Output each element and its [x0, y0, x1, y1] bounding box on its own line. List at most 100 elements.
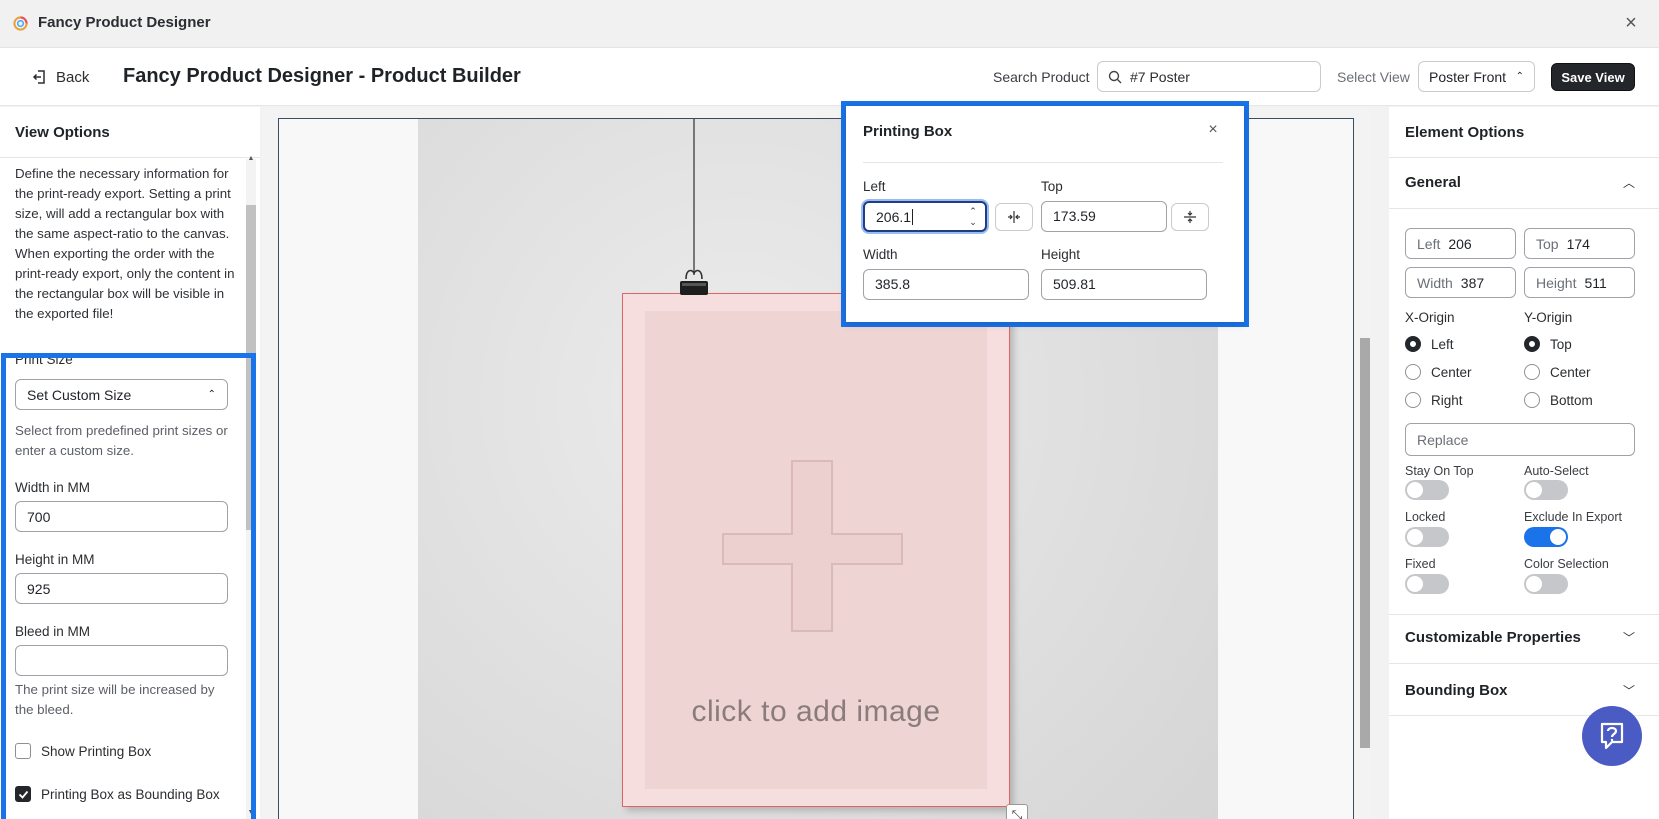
replace-input[interactable]: Replace: [1405, 423, 1635, 456]
printing-box-popup: Printing Box × Left 206.1 ⌃ ⌄ Top 173.59 …: [846, 106, 1244, 322]
center-horizontal-button[interactable]: [995, 203, 1033, 231]
locked-toggle[interactable]: [1405, 527, 1449, 547]
chevron-down-icon[interactable]: ﹀: [1621, 682, 1637, 698]
x-origin-left-radio[interactable]: [1405, 336, 1421, 352]
print-export-description: Define the necessary information for the…: [15, 166, 235, 321]
select-view-value: Poster Front: [1429, 68, 1507, 85]
element-top-label: Top: [1536, 236, 1559, 252]
y-origin-top-row[interactable]: Top: [1524, 336, 1572, 352]
center-horizontal-icon: [1008, 211, 1020, 223]
x-origin-left-label: Left: [1431, 336, 1454, 352]
help-chat-button[interactable]: [1582, 706, 1642, 766]
x-origin-right-row[interactable]: Right: [1405, 392, 1463, 408]
pb-top-input[interactable]: 173.59: [1041, 201, 1167, 232]
select-view-dropdown[interactable]: Poster Front ⌃: [1418, 61, 1535, 92]
y-origin-bottom-radio[interactable]: [1524, 392, 1540, 408]
y-origin-top-radio[interactable]: [1524, 336, 1540, 352]
binder-clip-icon: [680, 269, 708, 295]
page-title: Fancy Product Designer - Product Builder: [123, 65, 521, 87]
chevron-down-icon[interactable]: ﹀: [1621, 629, 1637, 645]
element-width-input[interactable]: Width 387: [1405, 267, 1516, 298]
customizable-properties-label[interactable]: Customizable Properties: [1405, 629, 1581, 646]
y-origin-center-radio[interactable]: [1524, 364, 1540, 380]
fixed-label: Fixed: [1405, 557, 1436, 571]
x-origin-center-radio[interactable]: [1405, 364, 1421, 380]
chevron-up-icon[interactable]: ︿: [1621, 174, 1637, 190]
back-label: Back: [56, 68, 90, 86]
general-section-label[interactable]: General: [1405, 174, 1461, 191]
add-image-plus-icon[interactable]: [722, 460, 912, 643]
text-cursor: [912, 209, 914, 225]
back-button[interactable]: Back: [32, 66, 89, 88]
builder-header: Back Fancy Product Designer - Product Bu…: [0, 48, 1659, 106]
search-input[interactable]: [1128, 67, 1298, 86]
stay-on-top-label: Stay On Top: [1405, 464, 1474, 478]
back-icon: [32, 70, 45, 84]
element-top-value: 174: [1566, 236, 1590, 252]
divider: [1389, 208, 1659, 209]
window-titlebar: Fancy Product Designer ×: [0, 0, 1659, 48]
app-logo-icon: [13, 16, 28, 31]
divider: [0, 157, 260, 158]
exclude-export-label: Exclude In Export: [1524, 510, 1622, 524]
click-to-add-image-text[interactable]: click to add image: [622, 695, 1010, 729]
search-label: Search Product: [993, 69, 1090, 85]
x-origin-left-row[interactable]: Left: [1405, 336, 1454, 352]
x-origin-right-radio[interactable]: [1405, 392, 1421, 408]
divider: [863, 162, 1223, 163]
x-origin-center-label: Center: [1431, 364, 1472, 380]
divider: [1389, 614, 1659, 615]
y-origin-center-label: Center: [1550, 364, 1591, 380]
window-title: Fancy Product Designer: [38, 14, 211, 31]
search-icon: [1108, 70, 1122, 83]
element-height-input[interactable]: Height 511: [1524, 267, 1635, 298]
center-vertical-button[interactable]: [1171, 203, 1209, 231]
color-selection-toggle[interactable]: [1524, 574, 1568, 594]
locked-label: Locked: [1405, 510, 1446, 524]
y-origin-bottom-label: Bottom: [1550, 392, 1593, 408]
view-options-heading: View Options: [15, 124, 110, 141]
pb-width-input[interactable]: 385.8: [863, 269, 1029, 300]
pb-width-label: Width: [863, 247, 898, 262]
x-origin-center-row[interactable]: Center: [1405, 364, 1472, 380]
y-origin-bottom-row[interactable]: Bottom: [1524, 392, 1593, 408]
element-height-label: Height: [1536, 275, 1577, 291]
element-width-value: 387: [1460, 275, 1485, 291]
color-selection-label: Color Selection: [1524, 557, 1609, 571]
updown-chevron-icon: ⌃: [1515, 71, 1524, 82]
print-settings-highlight: [1, 353, 256, 819]
fixed-toggle[interactable]: [1405, 574, 1449, 594]
scroll-up-icon[interactable]: ▲: [246, 155, 256, 162]
save-view-button[interactable]: Save View: [1551, 63, 1635, 91]
hanging-wire: [693, 119, 695, 275]
number-spinner-icon[interactable]: ⌃ ⌄: [966, 206, 980, 228]
pb-height-input[interactable]: 509.81: [1041, 269, 1207, 300]
auto-select-toggle[interactable]: [1524, 480, 1568, 500]
divider: [1389, 157, 1659, 158]
divider: [1389, 663, 1659, 664]
select-view-label: Select View: [1337, 69, 1410, 85]
element-top-input[interactable]: Top 174: [1524, 228, 1635, 259]
pb-left-input[interactable]: 206.1 ⌃ ⌄: [863, 201, 987, 232]
pb-top-label: Top: [1041, 179, 1063, 194]
center-vertical-icon: [1184, 211, 1196, 223]
bounding-box-label[interactable]: Bounding Box: [1405, 682, 1507, 699]
pb-left-label: Left: [863, 179, 886, 194]
printing-box-title: Printing Box: [863, 123, 953, 140]
auto-select-label: Auto-Select: [1524, 464, 1589, 478]
close-icon[interactable]: ×: [1620, 12, 1642, 34]
element-left-label: Left: [1417, 236, 1441, 252]
stay-on-top-toggle[interactable]: [1405, 480, 1449, 500]
exclude-export-toggle[interactable]: [1524, 527, 1568, 547]
resize-icon[interactable]: ⤡: [1006, 804, 1028, 819]
y-origin-center-row[interactable]: Center: [1524, 364, 1591, 380]
y-origin-label: Y-Origin: [1524, 310, 1573, 325]
pb-left-value: 206.1: [876, 209, 912, 225]
element-options-heading: Element Options: [1405, 124, 1525, 141]
element-left-input[interactable]: Left 206: [1405, 228, 1516, 259]
canvas-scrollbar-thumb[interactable]: [1360, 338, 1370, 748]
search-product-field[interactable]: [1097, 61, 1321, 92]
pb-height-label: Height: [1041, 247, 1081, 262]
close-icon[interactable]: ×: [1203, 120, 1223, 140]
y-origin-top-label: Top: [1550, 336, 1572, 352]
